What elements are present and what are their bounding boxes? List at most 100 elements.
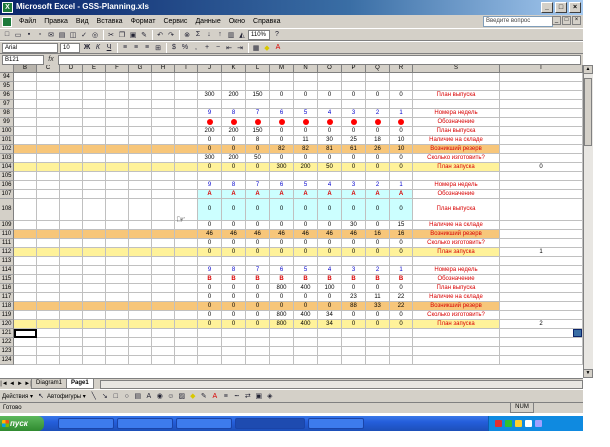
cell-b114[interactable] [14,266,37,275]
cell-g111[interactable] [129,239,152,248]
cell-i122[interactable] [175,338,198,347]
cell-b94[interactable] [14,73,37,82]
cell-i116[interactable] [175,284,198,293]
cell-f123[interactable] [106,347,129,356]
cell-m106[interactable]: 6 [270,181,294,190]
cell-l108[interactable]: 0 [246,199,270,221]
row-header[interactable]: 120 [0,320,14,329]
cell-h122[interactable] [152,338,175,347]
cell-j108[interactable]: 0 [198,199,222,221]
row-header[interactable]: 102 [0,145,14,154]
italic-icon[interactable]: К [93,43,103,53]
cell-e98[interactable] [83,109,106,118]
column-header-g[interactable]: G [129,65,152,73]
cell-e114[interactable] [83,266,106,275]
cell-i119[interactable] [175,311,198,320]
cell-d104[interactable] [60,163,83,172]
cell-q124[interactable] [366,356,390,365]
cell-f98[interactable] [106,109,129,118]
cell-k94[interactable] [222,73,246,82]
cell-d119[interactable] [60,311,83,320]
menu-item[interactable]: Файл [15,18,40,25]
cell-i101[interactable] [175,136,198,145]
cell-r121[interactable] [390,329,413,338]
comma-style-icon[interactable]: , [191,43,201,53]
arrow-style-icon[interactable]: ⇄ [243,391,253,401]
tray-icon[interactable] [535,420,542,427]
increase-decimal-icon[interactable]: + [202,43,212,53]
cell-h116[interactable] [152,284,175,293]
cell-t105[interactable] [500,172,583,181]
cell-g117[interactable] [129,293,152,302]
formula-input[interactable] [58,54,581,65]
cell-h100[interactable] [152,127,175,136]
cell-t121[interactable] [500,329,583,338]
cell-d117[interactable] [60,293,83,302]
start-button[interactable]: пуск [0,416,44,431]
cell-p106[interactable]: 3 [342,181,366,190]
menu-item[interactable]: Сервис [159,18,191,25]
cell-n121[interactable] [294,329,318,338]
cell-s97[interactable] [413,100,500,109]
cell-p111[interactable]: 0 [342,239,366,248]
cell-e120[interactable] [83,320,106,329]
cell-j115[interactable]: B [198,275,222,284]
cell-i103[interactable] [175,154,198,163]
cell-i123[interactable] [175,347,198,356]
cell-s118[interactable]: Возникший резерв [413,302,500,311]
column-header-p[interactable]: P [342,65,366,73]
cell-q119[interactable]: 0 [366,311,390,320]
font-color-icon[interactable]: A [273,43,283,53]
cell-k95[interactable] [222,82,246,91]
row-header[interactable]: 113 [0,257,14,266]
cell-m98[interactable]: 6 [270,109,294,118]
cell-t115[interactable] [500,275,583,284]
cell-b124[interactable] [14,356,37,365]
cell-h113[interactable] [152,257,175,266]
cell-f119[interactable] [106,311,129,320]
cell-q121[interactable] [366,329,390,338]
cell-e117[interactable] [83,293,106,302]
cell-p122[interactable] [342,338,366,347]
copy-icon[interactable]: ❐ [117,30,127,40]
cell-b117[interactable] [14,293,37,302]
line-icon[interactable]: ╲ [89,391,99,401]
row-header[interactable]: 99 [0,118,14,127]
row-header[interactable]: 105 [0,172,14,181]
cell-t107[interactable] [500,190,583,199]
cell-o108[interactable]: 0 [318,199,342,221]
cell-e112[interactable] [83,248,106,257]
cell-n115[interactable]: B [294,275,318,284]
decrease-decimal-icon[interactable]: − [213,43,223,53]
cell-c100[interactable] [37,127,60,136]
cell-j124[interactable] [198,356,222,365]
cell-h99[interactable] [152,118,175,127]
cell-h112[interactable] [152,248,175,257]
prev-sheet-icon[interactable]: ◄ [8,381,16,387]
cell-q123[interactable] [366,347,390,356]
cell-r120[interactable]: 0 [390,320,413,329]
select-all-corner[interactable] [0,65,14,73]
cell-b101[interactable] [14,136,37,145]
underline-icon[interactable]: Ч [104,43,114,53]
cell-o98[interactable]: 4 [318,109,342,118]
new-icon[interactable]: □ [2,30,12,40]
cell-g101[interactable] [129,136,152,145]
cell-f108[interactable] [106,199,129,221]
cell-e99[interactable] [83,118,106,127]
rectangle-icon[interactable]: □ [111,391,121,401]
cell-j105[interactable] [198,172,222,181]
cell-n118[interactable]: 0 [294,302,318,311]
cell-o112[interactable]: 0 [318,248,342,257]
cell-s124[interactable] [413,356,500,365]
cell-i96[interactable] [175,91,198,100]
cell-g114[interactable] [129,266,152,275]
cell-s113[interactable] [413,257,500,266]
cell-b120[interactable] [14,320,37,329]
cell-k116[interactable]: 0 [222,284,246,293]
print-preview-icon[interactable]: ◫ [68,30,78,40]
hyperlink-icon[interactable]: ⊗ [182,30,192,40]
cell-b111[interactable] [14,239,37,248]
cell-h105[interactable] [152,172,175,181]
cell-b104[interactable] [14,163,37,172]
